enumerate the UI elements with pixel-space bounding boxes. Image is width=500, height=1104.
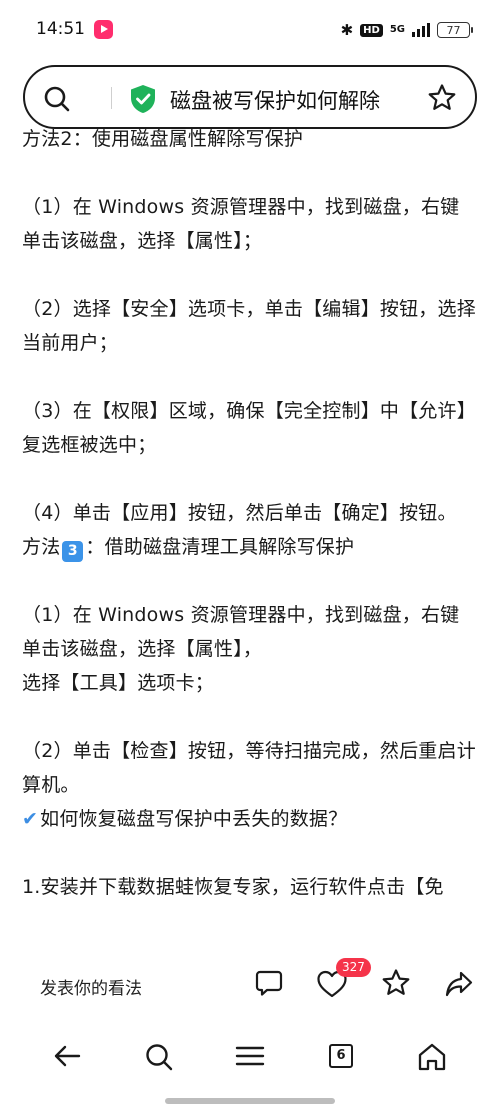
search-bar[interactable]: 磁盘被写保护如何解除 [23, 65, 477, 129]
article-paragraph: （1）在 Windows 资源管理器中，找到磁盘，右键单击该磁盘，选择【属性】； [22, 196, 460, 252]
home-icon[interactable] [417, 1042, 447, 1072]
recover-heading: ✔ 如何恢复磁盘写保护中丢失的数据？ [22, 802, 478, 836]
article-paragraph: （2）选择【安全】选项卡，单击【编辑】按钮，选择当前用户； [22, 298, 476, 354]
network-type-label: 5G [389, 24, 405, 35]
article-paragraph: （1）在 Windows 资源管理器中，找到磁盘，右键单击该磁盘，选择【属性】， [22, 604, 460, 660]
status-bar: 14:51 ✱ HD 5G 77 [0, 0, 500, 60]
home-indicator[interactable] [165, 1098, 335, 1104]
comment-input[interactable]: 发表你的看法 [40, 974, 142, 999]
bookmark-star-icon[interactable] [427, 83, 457, 113]
article-content: 方法2：使用磁盘属性解除写保护 （1）在 Windows 资源管理器中，找到磁盘… [22, 122, 478, 952]
system-icons: ✱ HD 5G 77 [340, 19, 473, 41]
search-icon[interactable] [144, 1042, 174, 1072]
signal-strength-icon [412, 23, 430, 37]
article-paragraph: 1.安装并下载数据蛙恢复专家，运行软件点击【免 [22, 876, 444, 898]
method3-heading: 方法 3 ：借助磁盘清理工具解除写保护 [22, 530, 478, 564]
tabs-count-button[interactable]: 6 [329, 1044, 353, 1068]
article-paragraph: （4）单击【应用】按钮，然后单击【确定】按钮。 [22, 502, 457, 524]
bluetooth-icon: ✱ [340, 21, 354, 39]
menu-icon[interactable] [235, 1042, 265, 1070]
search-query[interactable]: 磁盘被写保护如何解除 [170, 85, 380, 115]
search-icon[interactable] [43, 85, 71, 113]
check-mark-icon: ✔ [22, 808, 39, 830]
status-time: 14:51 [36, 19, 85, 39]
video-app-notification-icon [94, 20, 113, 39]
search-divider [111, 87, 112, 109]
method3-title: ：借助磁盘清理工具解除写保护 [85, 536, 355, 558]
security-shield-icon [131, 85, 155, 113]
article-paragraph: 选择【工具】选项卡； [22, 672, 215, 694]
battery-icon: 77 [437, 22, 473, 38]
share-icon[interactable] [444, 969, 474, 999]
comment-icon[interactable] [254, 968, 284, 998]
hd-voice-icon: HD [360, 23, 383, 37]
favorite-star-icon[interactable] [381, 968, 411, 998]
article-paragraph: （3）在【权限】区域，确保【完全控制】中【允许】复选框被选中； [22, 400, 476, 456]
back-arrow-icon[interactable] [52, 1042, 82, 1070]
recover-heading-text: 如何恢复磁盘写保护中丢失的数据？ [40, 808, 348, 830]
like-count-badge: 327 [336, 958, 371, 977]
battery-level: 77 [446, 23, 461, 37]
bottom-navigation: 6 [0, 1028, 500, 1084]
keycap-number-icon: 3 [62, 541, 84, 562]
comment-bar: 发表你的看法 327 [0, 952, 500, 1020]
method3-prefix: 方法 [22, 536, 61, 558]
article-paragraph: （2）单击【检查】按钮，等待扫描完成，然后重启计算机。 [22, 740, 476, 796]
